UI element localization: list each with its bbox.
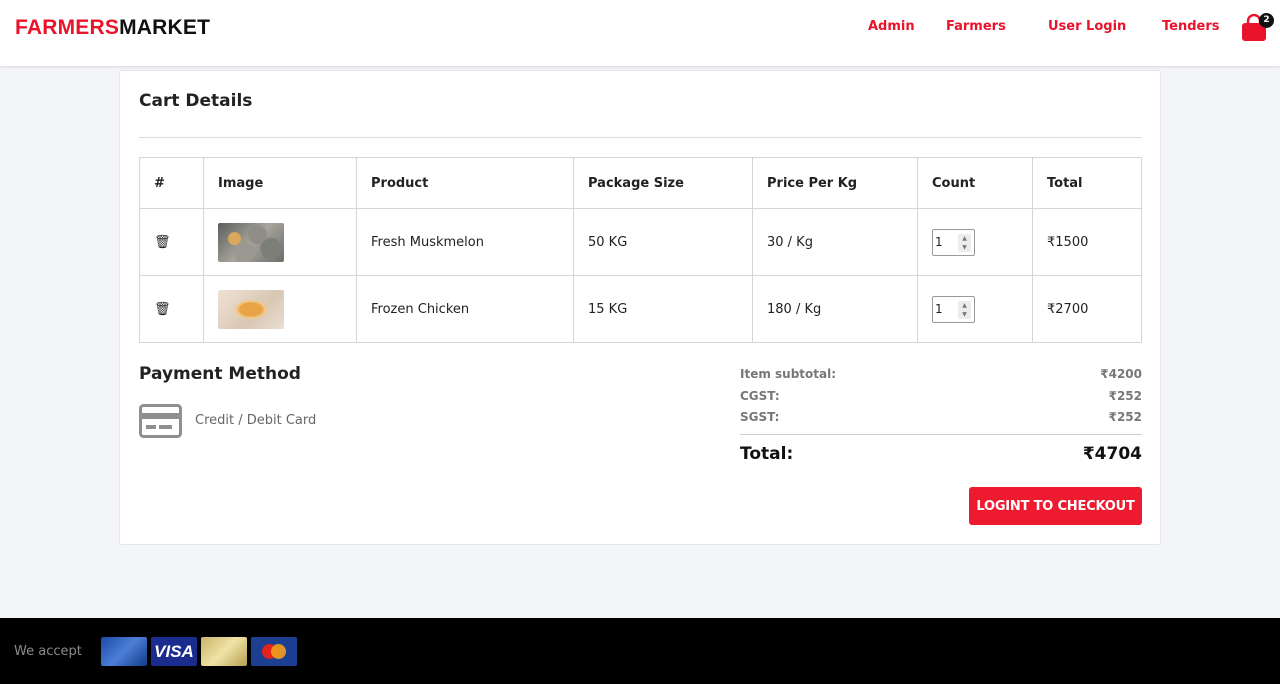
row-total: ₹2700: [1032, 275, 1142, 343]
brand-part-1: FARMERS: [15, 16, 120, 39]
nav-admin[interactable]: Admin: [868, 19, 915, 34]
sgst-value: ₹252: [1108, 410, 1142, 424]
total-row: Total: ₹4704: [740, 435, 1142, 473]
column-header-total: Total: [1032, 157, 1142, 209]
quantity-stepper[interactable]: 1 ▲ ▼: [932, 228, 975, 256]
column-header-product: Product: [356, 157, 574, 209]
brand-logo[interactable]: FARMERSMARKET: [15, 16, 210, 40]
nav-user-login[interactable]: User Login: [1048, 19, 1126, 34]
total-value: ₹4704: [1082, 443, 1142, 464]
product-name: Frozen Chicken: [356, 275, 574, 343]
price-per-kg: 30 / Kg: [752, 208, 918, 276]
we-accept-label: We accept: [14, 644, 82, 659]
divider: [139, 137, 1142, 138]
subtotal-label: Item subtotal:: [740, 367, 837, 381]
column-header-package-size: Package Size: [573, 157, 753, 209]
credit-card-icon[interactable]: [139, 404, 182, 438]
login-to-checkout-button[interactable]: LOGINT TO CHECKOUT: [969, 487, 1142, 525]
column-header-index: #: [139, 157, 204, 209]
package-size: 15 KG: [573, 275, 753, 343]
debit-card-logo: [101, 637, 147, 666]
row-total: ₹1500: [1032, 208, 1142, 276]
muskmelon-image: [218, 222, 284, 262]
quantity-value: 1: [935, 301, 943, 316]
package-size: 50 KG: [573, 208, 753, 276]
column-header-price: Price Per Kg: [752, 157, 918, 209]
trash-icon[interactable]: 🗑: [154, 235, 171, 250]
gold-card-logo: [201, 637, 247, 666]
site-footer: We accept VISA: [0, 618, 1280, 684]
product-name: Fresh Muskmelon: [356, 208, 574, 276]
payment-method-label[interactable]: Credit / Debit Card: [195, 413, 316, 428]
payment-method-title: Payment Method: [139, 364, 301, 384]
cart-title: Cart Details: [139, 91, 253, 111]
nav-tenders[interactable]: Tenders: [1162, 19, 1219, 34]
table-row: 🗑 Frozen Chicken 15 KG 180 / Kg 1 ▲ ▼ ₹27…: [139, 275, 1142, 343]
sgst-row: SGST: ₹252: [740, 410, 1142, 432]
total-label: Total:: [740, 443, 794, 464]
visa-logo: VISA: [151, 637, 197, 666]
subtotal-row: Item subtotal: ₹4200: [740, 367, 1142, 389]
trash-icon[interactable]: 🗑: [154, 302, 171, 317]
sgst-label: SGST:: [740, 410, 780, 424]
cart-card: Cart Details # Image Product Package Siz…: [119, 70, 1161, 545]
spinner-arrows-icon[interactable]: ▲ ▼: [958, 300, 971, 319]
table-header-row: # Image Product Package Size Price Per K…: [139, 157, 1142, 209]
cart-count-badge: 2: [1259, 13, 1274, 28]
site-header: FARMERSMARKET Admin Farmers User Login T…: [0, 0, 1280, 66]
cgst-row: CGST: ₹252: [740, 389, 1142, 411]
quantity-value: 1: [935, 234, 943, 249]
cgst-value: ₹252: [1108, 388, 1142, 403]
price-per-kg: 180 / Kg: [752, 275, 918, 343]
quantity-stepper[interactable]: 1 ▲ ▼: [932, 295, 975, 323]
order-summary: Item subtotal: ₹4200 CGST: ₹252 SGST: ₹2…: [740, 367, 1142, 473]
subtotal-value: ₹4200: [1100, 367, 1142, 381]
cgst-label: CGST:: [740, 388, 780, 403]
nav-farmers[interactable]: Farmers: [946, 19, 1006, 34]
spinner-arrows-icon[interactable]: ▲ ▼: [958, 233, 971, 252]
mastercard-logo: [251, 637, 297, 666]
column-header-count: Count: [917, 157, 1033, 209]
brand-part-2: MARKET: [119, 16, 211, 39]
column-header-image: Image: [203, 157, 357, 209]
cart-table: # Image Product Package Size Price Per K…: [139, 157, 1142, 343]
table-row: 🗑 Fresh Muskmelon 50 KG 30 / Kg 1 ▲ ▼ ₹15…: [139, 208, 1142, 276]
chicken-image: [218, 289, 284, 329]
